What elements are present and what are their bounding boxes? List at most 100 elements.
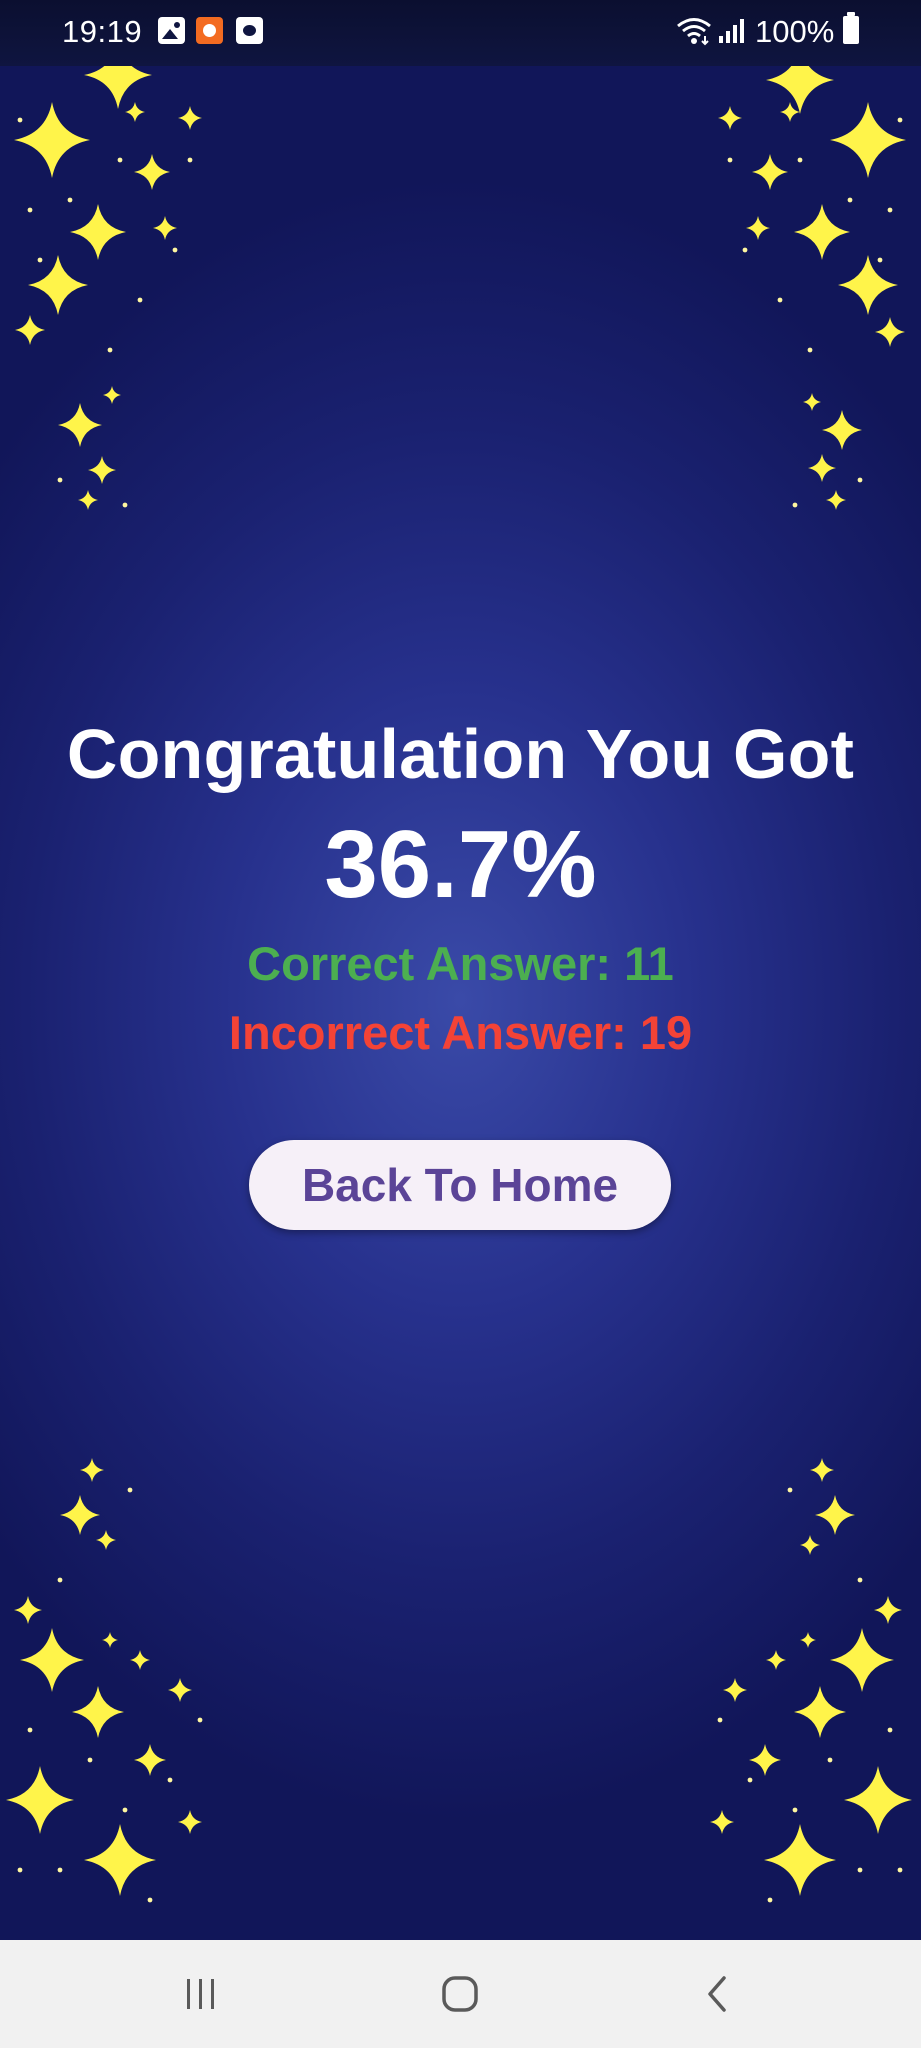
- sparkle-dot: [877, 257, 883, 263]
- sparkle-icon: [830, 1628, 894, 1692]
- app-notification-icon: [196, 17, 223, 44]
- sparkle-dot: [37, 257, 43, 263]
- sparkle-dot: [57, 477, 63, 483]
- sparkle-icon: [70, 204, 126, 260]
- sparkle-icon: [723, 1678, 747, 1702]
- sparkle-icon: [153, 216, 177, 240]
- recents-icon: [187, 1979, 214, 2009]
- recents-button[interactable]: [166, 1962, 236, 2026]
- sparkle-icon: [130, 1650, 150, 1670]
- sparkle-icon: [6, 1766, 74, 1834]
- sparkle-icon: [752, 154, 788, 190]
- sparkle-dot: [857, 477, 863, 483]
- sparkle-icon: [84, 1824, 156, 1896]
- sparkle-dot: [172, 247, 178, 253]
- result-title: Congratulation You Got: [66, 715, 855, 793]
- sparkle-icon: [844, 1766, 912, 1834]
- wifi-icon: [677, 18, 711, 46]
- sparkle-dot: [147, 1897, 153, 1903]
- incorrect-answer-count: Incorrect Answer: 19: [228, 1006, 693, 1059]
- back-button[interactable]: [682, 1962, 752, 2026]
- sparkle-dot: [897, 117, 903, 123]
- sparkle-dot: [57, 1577, 63, 1583]
- sparkle-dot: [137, 297, 143, 303]
- status-bar: 19:19 100%: [0, 0, 921, 66]
- sparkle-dot: [847, 197, 853, 203]
- sparkle-dot: [27, 1727, 33, 1733]
- sparkle-dot: [777, 297, 783, 303]
- sparkle-dot: [887, 1727, 893, 1733]
- sparkle-dot: [767, 1897, 773, 1903]
- sparkle-dot: [167, 1777, 173, 1783]
- sparkle-dot: [127, 1487, 133, 1493]
- signal-icon: [719, 19, 744, 43]
- sparkle-dot: [792, 502, 798, 508]
- sparkle-icon: [102, 1632, 118, 1648]
- sparkle-icon: [746, 216, 770, 240]
- back-icon: [708, 1976, 726, 2012]
- sparkle-dot: [87, 1757, 93, 1763]
- sparkle-icon: [58, 403, 102, 447]
- sparkle-dot: [747, 1777, 753, 1783]
- sparkle-icon: [874, 1596, 902, 1624]
- sparkle-icon: [803, 393, 821, 411]
- back-to-home-button[interactable]: Back To Home: [249, 1140, 671, 1230]
- sparkle-icon: [808, 454, 836, 482]
- sparkle-icon: [168, 1678, 192, 1702]
- sparkle-icon: [710, 1810, 734, 1834]
- sparkle-dot: [797, 157, 803, 163]
- sparkle-dot: [857, 1577, 863, 1583]
- sparkle-icon: [103, 386, 121, 404]
- sparkle-icon: [15, 315, 45, 345]
- sparkle-icon: [60, 1495, 100, 1535]
- sparkle-icon: [875, 317, 905, 347]
- sparkle-dot: [897, 1867, 903, 1873]
- sparkle-dot: [17, 117, 23, 123]
- sparkle-icon: [794, 1686, 846, 1738]
- sparkle-icon: [718, 106, 742, 130]
- gallery-icon: [158, 17, 185, 44]
- sparkle-icon: [88, 456, 116, 484]
- sparkle-icon: [14, 1596, 42, 1624]
- battery-icon: [843, 12, 859, 44]
- sparkle-dot: [807, 347, 813, 353]
- sparkle-icon: [78, 490, 98, 510]
- sparkle-icon: [826, 490, 846, 510]
- sparkle-icon: [28, 255, 88, 315]
- sparkle-dot: [887, 207, 893, 213]
- sparkle-icon: [800, 1535, 820, 1555]
- sparkle-icon: [20, 1628, 84, 1692]
- sparkle-dot: [827, 1757, 833, 1763]
- sparkle-dot: [117, 157, 123, 163]
- sparkle-icon: [125, 102, 145, 122]
- sparkle-dot: [727, 157, 733, 163]
- sparkle-dot: [57, 1867, 63, 1873]
- sparkle-icon: [178, 1810, 202, 1834]
- sparkle-icon: [780, 102, 800, 122]
- sparkle-dot: [27, 207, 33, 213]
- sparkle-icon: [134, 1744, 166, 1776]
- sparkle-dot: [17, 1867, 23, 1873]
- sparkle-dot: [717, 1717, 723, 1723]
- home-button[interactable]: [425, 1962, 495, 2026]
- sparkle-dot: [67, 197, 73, 203]
- sparkle-icon: [96, 1530, 116, 1550]
- sparkle-dot: [197, 1717, 203, 1723]
- sparkle-dot: [122, 1807, 128, 1813]
- sparkle-icon: [764, 1824, 836, 1896]
- sparkle-dot: [107, 347, 113, 353]
- status-time: 19:19: [62, 14, 143, 49]
- sparkle-icon: [766, 1650, 786, 1670]
- correct-answer-count: Correct Answer: 11: [247, 937, 674, 990]
- sparkle-icon: [822, 410, 862, 450]
- result-panel: Congratulation You Got 36.7% Correct Ans…: [0, 710, 921, 1068]
- quiz-result-screen: 19:19 100% Congratulation You Got 36.7% …: [0, 0, 921, 1940]
- sparkle-icon: [794, 204, 850, 260]
- sparkle-icon: [815, 1495, 855, 1535]
- sparkle-icon: [810, 1458, 834, 1482]
- navigation-bar: [0, 1940, 921, 2048]
- sparkle-dot: [187, 157, 193, 163]
- sparkle-icon: [749, 1744, 781, 1776]
- sparkle-dot: [122, 502, 128, 508]
- battery-percentage: 100%: [755, 14, 835, 49]
